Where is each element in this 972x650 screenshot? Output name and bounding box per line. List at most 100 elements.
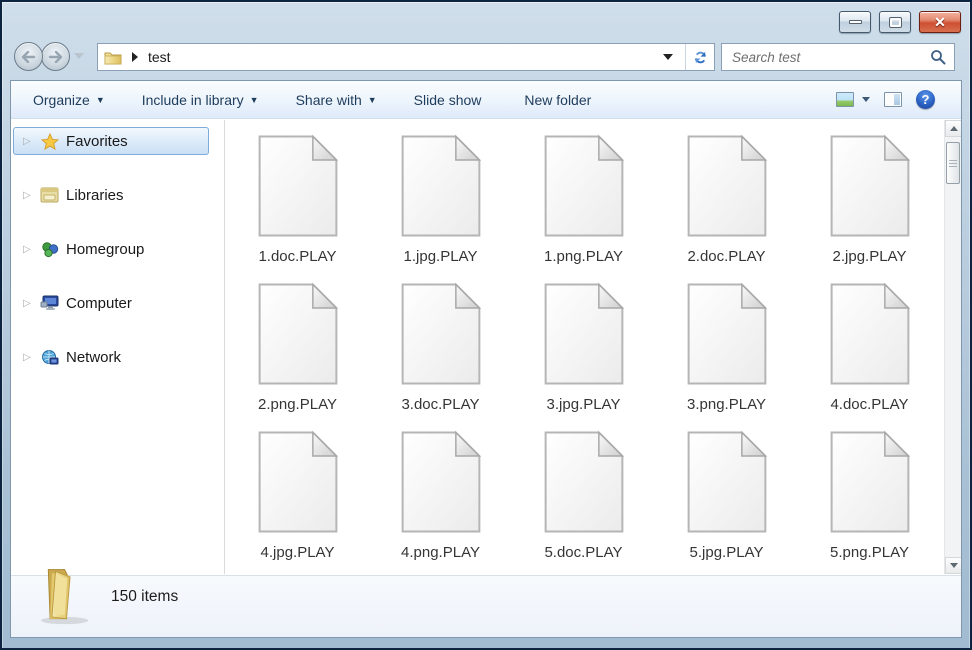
document-icon	[400, 430, 482, 534]
file-item[interactable]: 3.png.PLAY	[655, 282, 798, 430]
explorer-window: ✕ test	[0, 0, 972, 650]
document-icon	[400, 282, 482, 386]
toolbar-item-label: Slide show	[414, 92, 482, 108]
refresh-button[interactable]	[686, 44, 714, 70]
back-arrow-icon	[21, 51, 36, 63]
file-item[interactable]: 4.jpg.PLAY	[226, 430, 369, 574]
item-count: 150 items	[111, 588, 178, 606]
scroll-down-button[interactable]	[945, 557, 961, 574]
scrollbar-thumb[interactable]	[946, 142, 960, 184]
file-item[interactable]: 2.jpg.PLAY	[798, 134, 941, 282]
breadcrumb[interactable]: test	[98, 44, 663, 70]
forward-arrow-icon	[48, 51, 63, 63]
expand-arrow-icon[interactable]: ▷	[23, 136, 33, 147]
toolbar-item[interactable]: Organize ▼	[33, 92, 105, 108]
star-icon	[40, 132, 59, 150]
folder-icon	[104, 50, 122, 65]
search-icon[interactable]	[930, 49, 946, 65]
file-item[interactable]: 3.jpg.PLAY	[512, 282, 655, 430]
file-name: 4.jpg.PLAY	[261, 544, 335, 561]
forward-button[interactable]	[41, 42, 70, 71]
file-name: 5.png.PLAY	[830, 544, 909, 561]
refresh-icon	[693, 50, 708, 65]
file-item[interactable]: 5.png.PLAY	[798, 430, 941, 574]
file-item[interactable]: 5.doc.PLAY	[512, 430, 655, 574]
minimize-icon	[849, 20, 862, 24]
file-name: 3.png.PLAY	[687, 396, 766, 413]
breadcrumb-arrow-icon	[132, 52, 138, 62]
search-input[interactable]	[732, 50, 930, 65]
toolbar-right: ?	[836, 90, 935, 109]
network-icon	[40, 348, 59, 366]
file-name: 5.doc.PLAY	[544, 544, 622, 561]
toolbar-item-label: Include in library	[142, 92, 244, 108]
sidebar-item-homegroup[interactable]: ▷ Homegroup	[13, 235, 209, 263]
file-name: 2.doc.PLAY	[687, 248, 765, 265]
file-name: 3.doc.PLAY	[401, 396, 479, 413]
address-history-dropdown[interactable]	[663, 54, 673, 60]
toolbar-menu: Organize ▼ Include in library ▼ Share wi…	[33, 92, 597, 108]
sidebar-item-label: Favorites	[66, 133, 128, 150]
sidebar-item-libraries[interactable]: ▷ Libraries	[13, 181, 209, 209]
file-item[interactable]: 4.png.PLAY	[369, 430, 512, 574]
file-name: 4.png.PLAY	[401, 544, 480, 561]
file-name: 4.doc.PLAY	[830, 396, 908, 413]
file-list: 1.doc.PLAY 1.jpg.PLAY	[226, 120, 944, 574]
maximize-button[interactable]	[879, 11, 911, 33]
expand-arrow-icon[interactable]: ▷	[23, 298, 33, 309]
command-toolbar: Organize ▼ Include in library ▼ Share wi…	[11, 81, 961, 119]
document-icon	[829, 282, 911, 386]
document-icon	[829, 430, 911, 534]
preview-pane-button[interactable]	[884, 92, 902, 107]
address-bar: test	[97, 43, 715, 71]
file-item[interactable]: 4.doc.PLAY	[798, 282, 941, 430]
breadcrumb-folder[interactable]: test	[148, 49, 171, 65]
change-view-button[interactable]	[836, 92, 870, 107]
scroll-down-icon	[950, 563, 958, 568]
vertical-scrollbar[interactable]	[944, 120, 961, 574]
toolbar-item-label: Share with	[296, 92, 362, 108]
toolbar-item[interactable]: Include in library ▼	[142, 92, 259, 108]
toolbar-item-label: New folder	[524, 92, 591, 108]
file-item[interactable]: 2.doc.PLAY	[655, 134, 798, 282]
expand-arrow-icon[interactable]: ▷	[23, 190, 33, 201]
toolbar-item[interactable]: New folder	[524, 92, 597, 108]
document-icon	[543, 430, 625, 534]
navigation-pane: ▷ Favorites ▷ Libraries	[11, 120, 225, 574]
help-button[interactable]: ?	[916, 90, 935, 109]
sidebar-item-network[interactable]: ▷ Network	[13, 343, 209, 371]
maximize-icon	[890, 18, 901, 27]
sidebar-item-label: Computer	[66, 295, 132, 312]
recent-pages-dropdown[interactable]	[74, 53, 84, 59]
scroll-up-icon	[950, 126, 958, 131]
document-icon	[829, 134, 911, 238]
document-icon	[686, 282, 768, 386]
content-panel: Organize ▼ Include in library ▼ Share wi…	[10, 80, 962, 638]
sidebar-item-favorites[interactable]: ▷ Favorites	[13, 127, 209, 155]
file-item[interactable]: 2.png.PLAY	[226, 282, 369, 430]
back-button[interactable]	[14, 42, 43, 71]
minimize-button[interactable]	[839, 11, 871, 33]
toolbar-item[interactable]: Share with ▼	[296, 92, 377, 108]
close-button[interactable]: ✕	[919, 11, 961, 33]
file-item[interactable]: 1.doc.PLAY	[226, 134, 369, 282]
sidebar-item-label: Network	[66, 349, 121, 366]
file-item[interactable]: 3.doc.PLAY	[369, 282, 512, 430]
file-item[interactable]: 1.png.PLAY	[512, 134, 655, 282]
expand-arrow-icon[interactable]: ▷	[23, 352, 33, 363]
file-item[interactable]: 5.jpg.PLAY	[655, 430, 798, 574]
file-item[interactable]: 1.jpg.PLAY	[369, 134, 512, 282]
document-icon	[686, 134, 768, 238]
file-name: 1.jpg.PLAY	[404, 248, 478, 265]
toolbar-item[interactable]: Slide show	[414, 92, 488, 108]
document-icon	[400, 134, 482, 238]
homegroup-icon	[40, 240, 59, 258]
sidebar-item-computer[interactable]: ▷ Computer	[13, 289, 209, 317]
file-name: 1.png.PLAY	[544, 248, 623, 265]
document-icon	[257, 134, 339, 238]
expand-arrow-icon[interactable]: ▷	[23, 244, 33, 255]
close-icon: ✕	[934, 15, 946, 29]
document-icon	[257, 282, 339, 386]
scroll-up-button[interactable]	[945, 120, 961, 137]
file-name: 2.jpg.PLAY	[833, 248, 907, 265]
